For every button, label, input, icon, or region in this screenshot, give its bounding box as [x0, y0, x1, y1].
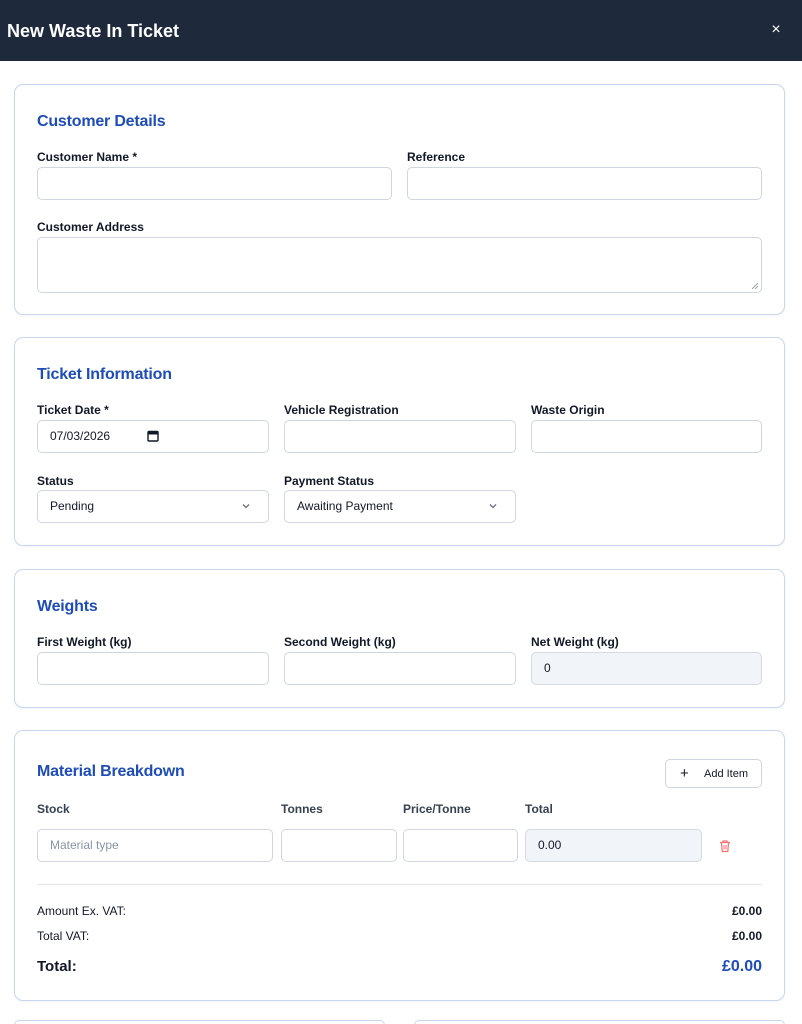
stock-placeholder: Material type	[50, 838, 119, 852]
stock-input[interactable]: Material type	[37, 829, 273, 862]
customer-details-section: Customer Details Customer Name * Referen…	[14, 84, 785, 315]
ticket-date-input[interactable]: 07/03/2026	[37, 420, 269, 453]
trash-icon[interactable]	[718, 839, 732, 853]
weights-section: Weights First Weight (kg) Second Weight …	[14, 569, 785, 708]
payment-status-selected-value: Awaiting Payment	[297, 499, 393, 513]
grand-total-value: £0.00	[721, 958, 762, 975]
chevron-down-icon	[489, 504, 497, 509]
modal-header: New Waste In Ticket ×	[0, 0, 802, 61]
total-vat-label: Total VAT:	[37, 929, 90, 943]
price-per-tonne-input[interactable]	[403, 829, 518, 862]
net-weight-readonly: 0	[531, 652, 762, 685]
payment-status-label: Payment Status	[284, 474, 375, 488]
amount-ex-vat-value: £0.00	[731, 904, 762, 918]
close-button[interactable]: ×	[766, 20, 786, 40]
section-title-weights: Weights	[37, 598, 98, 615]
reference-label: Reference	[407, 150, 466, 164]
first-weight-input[interactable]	[37, 652, 269, 685]
column-header-total: Total	[525, 802, 553, 816]
status-selected-value: Pending	[50, 499, 95, 513]
second-weight-input[interactable]	[284, 652, 516, 685]
net-weight-label: Net Weight (kg)	[531, 635, 619, 649]
status-select[interactable]: Pending	[37, 490, 269, 523]
add-item-label: Add Item	[704, 768, 749, 780]
material-breakdown-section: Material Breakdown + Add Item Stock Tonn…	[14, 730, 785, 1001]
column-header-price-per-tonne: Price/Tonne	[403, 802, 471, 816]
ticket-information-section: Ticket Information Ticket Date * 07/03/2…	[14, 337, 785, 546]
ticket-date-value: 07/03/2026	[50, 429, 111, 443]
ticket-date-label: Ticket Date *	[37, 403, 109, 417]
first-weight-label: First Weight (kg)	[37, 635, 132, 649]
section-title-customer-details: Customer Details	[37, 113, 166, 130]
plus-icon: +	[680, 765, 689, 782]
waste-origin-label: Waste Origin	[531, 403, 605, 417]
summary-divider	[37, 884, 762, 885]
customer-name-label: Customer Name *	[37, 150, 138, 164]
section-title-material-breakdown: Material Breakdown	[37, 763, 185, 780]
column-header-tonnes: Tonnes	[281, 802, 323, 816]
second-weight-label: Second Weight (kg)	[284, 635, 396, 649]
add-item-button[interactable]: + Add Item	[665, 759, 762, 788]
footer-button-right[interactable]	[414, 1020, 785, 1024]
tonnes-input[interactable]	[281, 829, 397, 862]
waste-origin-input[interactable]	[531, 420, 762, 453]
column-header-stock: Stock	[37, 802, 70, 816]
resize-grip-icon[interactable]	[752, 283, 758, 289]
vehicle-registration-label: Vehicle Registration	[284, 403, 399, 417]
row-total-readonly: 0.00	[525, 829, 702, 862]
amount-ex-vat-label: Amount Ex. VAT:	[37, 904, 126, 918]
close-icon: ×	[771, 21, 781, 38]
modal-title: New Waste In Ticket	[7, 21, 180, 41]
reference-input[interactable]	[407, 167, 762, 200]
customer-address-label: Customer Address	[37, 220, 144, 234]
total-vat-value: £0.00	[731, 929, 762, 943]
calendar-icon[interactable]	[147, 430, 159, 442]
section-title-ticket-information: Ticket Information	[37, 366, 172, 383]
customer-address-textarea[interactable]	[37, 237, 762, 293]
grand-total-label: Total:	[37, 958, 77, 975]
customer-name-input[interactable]	[37, 167, 392, 200]
footer-button-left[interactable]	[14, 1020, 385, 1024]
status-label: Status	[37, 474, 74, 488]
chevron-down-icon	[242, 504, 250, 509]
vehicle-registration-input[interactable]	[284, 420, 516, 453]
payment-status-select[interactable]: Awaiting Payment	[284, 490, 516, 523]
